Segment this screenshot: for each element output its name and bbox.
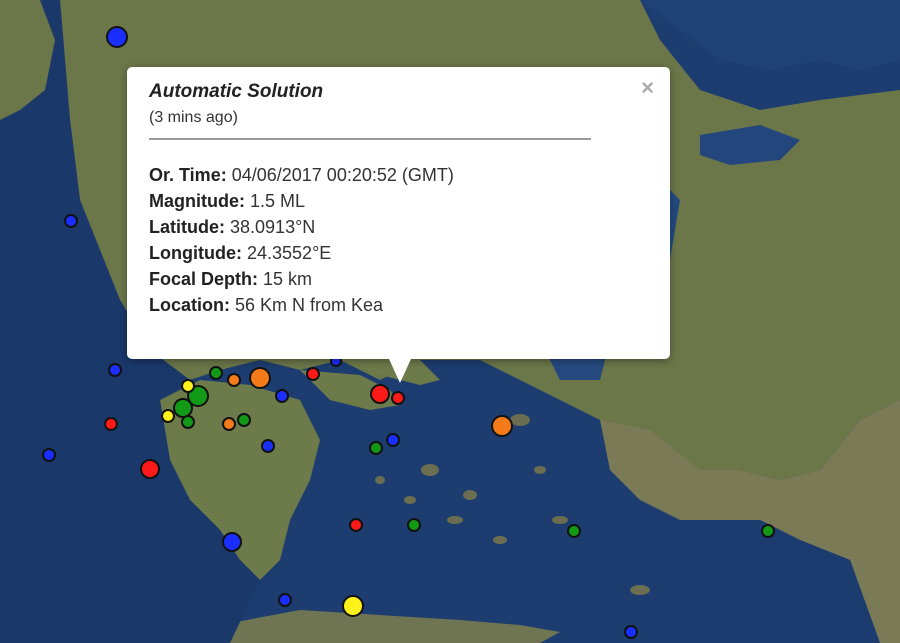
magnitude-label: Magnitude: <box>149 191 245 211</box>
earthquake-marker-orange[interactable] <box>249 367 271 389</box>
earthquake-marker-red[interactable] <box>370 384 390 404</box>
magnitude-row: Magnitude: 1.5 ML <box>149 188 648 214</box>
popup-title: Automatic Solution <box>149 81 324 102</box>
earthquake-marker-green[interactable] <box>237 413 251 427</box>
longitude-row: Longitude: 24.3552°E <box>149 240 648 266</box>
earthquake-marker-blue[interactable] <box>624 625 638 639</box>
earthquake-marker-orange[interactable] <box>491 415 513 437</box>
earthquake-marker-red[interactable] <box>306 367 320 381</box>
earthquake-marker-red[interactable] <box>104 417 118 431</box>
origin-time-label: Or. Time: <box>149 165 227 185</box>
popup-pointer <box>389 359 411 383</box>
longitude-value: 24.3552°E <box>247 243 332 263</box>
close-icon[interactable]: × <box>641 77 654 99</box>
earthquake-marker-green[interactable] <box>567 524 581 538</box>
earthquake-info-popup: × Automatic Solution (3 mins ago) Or. Ti… <box>127 67 670 383</box>
earthquake-marker-blue[interactable] <box>108 363 122 377</box>
earthquake-marker-blue[interactable] <box>64 214 78 228</box>
focal-depth-label: Focal Depth: <box>149 269 259 289</box>
location-value: 56 Km N from Kea <box>235 295 384 315</box>
earthquake-marker-red[interactable] <box>391 391 405 405</box>
popup-subtitle: (3 mins ago) <box>149 109 238 126</box>
earthquake-marker-blue[interactable] <box>222 532 242 552</box>
latitude-value: 38.0913°N <box>230 217 316 237</box>
earthquake-marker-orange[interactable] <box>222 417 236 431</box>
map-view[interactable]: × Automatic Solution (3 mins ago) Or. Ti… <box>0 0 900 643</box>
earthquake-marker-yellow[interactable] <box>181 379 195 393</box>
earthquake-marker-blue[interactable] <box>42 448 56 462</box>
earthquake-marker-green[interactable] <box>407 518 421 532</box>
latitude-row: Latitude: 38.0913°N <box>149 214 648 240</box>
earthquake-marker-green[interactable] <box>369 441 383 455</box>
earthquake-marker-green[interactable] <box>209 366 223 380</box>
earthquake-marker-blue[interactable] <box>386 433 400 447</box>
origin-time-value: 04/06/2017 00:20:52 (GMT) <box>231 165 454 185</box>
longitude-label: Longitude: <box>149 243 242 263</box>
earthquake-marker-blue[interactable] <box>261 439 275 453</box>
earthquake-marker-green[interactable] <box>761 524 775 538</box>
earthquake-marker-blue[interactable] <box>106 26 128 48</box>
focal-depth-value: 15 km <box>263 269 313 289</box>
earthquake-marker-blue[interactable] <box>275 389 289 403</box>
focal-depth-row: Focal Depth: 15 km <box>149 266 648 292</box>
location-row: Location: 56 Km N from Kea <box>149 292 648 318</box>
earthquake-marker-blue[interactable] <box>278 593 292 607</box>
earthquake-marker-green[interactable] <box>181 415 195 429</box>
popup-divider <box>149 138 591 140</box>
origin-time-row: Or. Time: 04/06/2017 00:20:52 (GMT) <box>149 162 648 188</box>
earthquake-marker-orange[interactable] <box>227 373 241 387</box>
location-label: Location: <box>149 295 230 315</box>
earthquake-marker-red[interactable] <box>349 518 363 532</box>
earthquake-marker-red[interactable] <box>140 459 160 479</box>
earthquake-marker-yellow[interactable] <box>161 409 175 423</box>
earthquake-marker-yellow[interactable] <box>342 595 364 617</box>
magnitude-value: 1.5 ML <box>250 191 306 211</box>
latitude-label: Latitude: <box>149 217 225 237</box>
